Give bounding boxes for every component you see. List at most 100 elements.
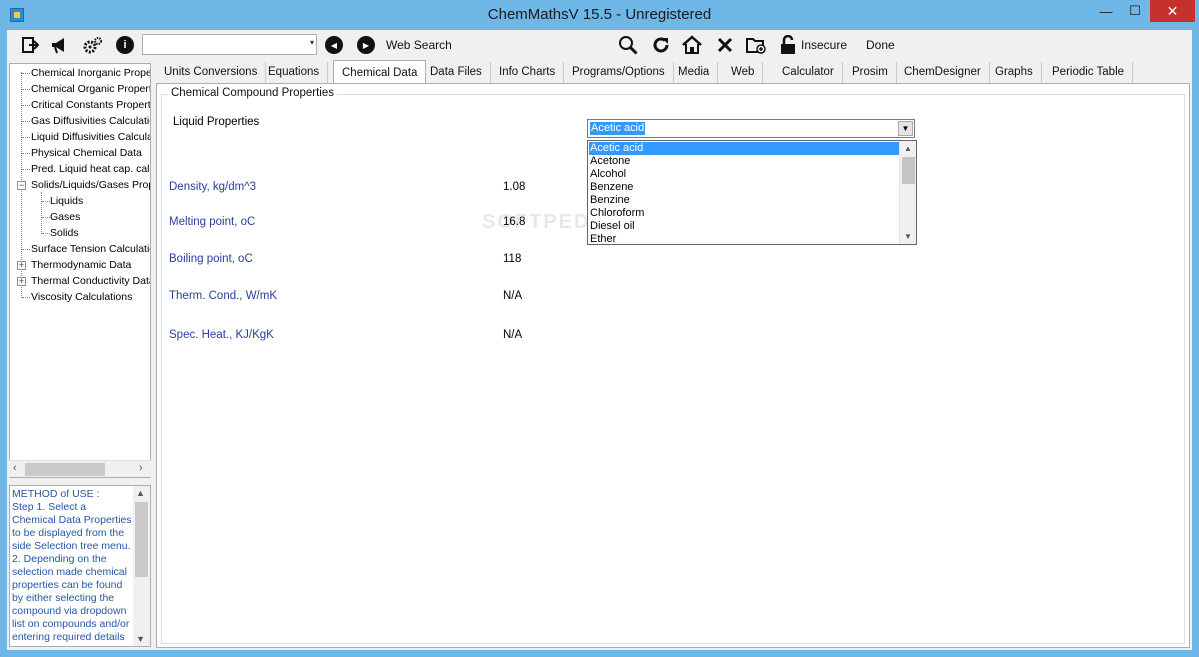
tree-branch bbox=[22, 137, 30, 138]
tab-equations[interactable]: Equations bbox=[260, 62, 329, 84]
scroll-thumb[interactable] bbox=[135, 502, 148, 577]
scroll-thumb[interactable] bbox=[902, 157, 915, 184]
toolbar: i ▾ ◀ ▶ Web Search Insecure Done bbox=[7, 30, 1192, 60]
tree-horizontal-scrollbar[interactable]: ‹ › bbox=[9, 460, 151, 477]
tree-branch bbox=[22, 249, 30, 250]
compound-option[interactable]: Benzine bbox=[589, 194, 900, 207]
minimize-button[interactable]: — bbox=[1092, 0, 1120, 22]
scroll-up-icon[interactable]: ▲ bbox=[136, 488, 145, 498]
tree-item-liquid-diffusivities[interactable]: Liquid Diffusivities Calcula bbox=[31, 129, 150, 145]
app-window: ChemMathsV 15.5 - Unregistered — ☐ ✕ i ▾ bbox=[0, 0, 1199, 657]
tab-web[interactable]: Web bbox=[723, 62, 764, 84]
scroll-down-icon[interactable]: ▼ bbox=[904, 232, 912, 241]
tab-graphs[interactable]: Graphs bbox=[987, 62, 1042, 84]
scroll-right-icon[interactable]: › bbox=[139, 462, 143, 474]
close-button[interactable]: ✕ bbox=[1150, 0, 1195, 22]
maximize-button[interactable]: ☐ bbox=[1121, 0, 1149, 22]
tree-collapse-icon[interactable]: − bbox=[17, 181, 26, 190]
help-line: side Selection tree menu. bbox=[12, 540, 131, 552]
help-line: compound via dropdown bbox=[12, 605, 127, 617]
unlock-icon[interactable] bbox=[777, 35, 799, 55]
compound-select[interactable]: Acetic acid ▼ bbox=[587, 119, 915, 138]
compound-dropdown-list[interactable]: Acetic acid Acetone Alcohol Benzene Benz… bbox=[587, 140, 917, 245]
compound-option[interactable]: Chloroform bbox=[589, 207, 900, 220]
tab-calculator[interactable]: Calculator bbox=[774, 62, 843, 84]
tab-strip: Units Conversions Equations Chemical Dat… bbox=[156, 60, 1192, 84]
help-line: Chemical Data Properties bbox=[12, 514, 132, 526]
back-arrow-icon: ◀ bbox=[325, 36, 343, 54]
gears-icon[interactable] bbox=[82, 35, 104, 55]
back-button[interactable]: ◀ bbox=[323, 35, 345, 55]
tab-units-conversions[interactable]: Units Conversions bbox=[156, 62, 267, 84]
liquid-properties-label: Liquid Properties bbox=[173, 116, 260, 128]
magnifier-icon[interactable] bbox=[617, 35, 639, 55]
folder-add-icon[interactable] bbox=[745, 35, 767, 55]
tab-periodic-table[interactable]: Periodic Table bbox=[1044, 62, 1134, 84]
megaphone-icon[interactable] bbox=[49, 35, 71, 55]
group-title: Chemical Compound Properties bbox=[168, 87, 337, 99]
melting-point-value: 16.8 bbox=[503, 216, 526, 228]
boiling-point-label: Boiling point, oC bbox=[169, 253, 253, 265]
dropdown-scrollbar[interactable]: ▲ ▼ bbox=[899, 141, 916, 244]
info-icon[interactable]: i bbox=[114, 35, 136, 55]
url-dropdown-arrow-icon[interactable]: ▾ bbox=[310, 38, 314, 47]
tree-item-pred-liquid-heat-cap[interactable]: Pred. Liquid heat cap. cal bbox=[31, 161, 150, 177]
help-line: selection made chemical bbox=[12, 566, 127, 578]
web-search-button[interactable]: Web Search bbox=[386, 38, 452, 52]
refresh-icon[interactable] bbox=[650, 35, 672, 55]
tab-programs-options[interactable]: Programs/Options bbox=[564, 62, 674, 84]
tree-item-critical-constants[interactable]: Critical Constants Propert bbox=[31, 97, 150, 113]
tree-item-surface-tension[interactable]: Surface Tension Calculatio bbox=[31, 241, 150, 257]
compound-option[interactable]: Acetone bbox=[589, 155, 900, 168]
tree-branch bbox=[42, 217, 50, 218]
tree-item-solids-liquids-gases[interactable]: Solids/Liquids/Gases Prop bbox=[31, 177, 150, 193]
tree-item-physical-chemical-data[interactable]: Physical Chemical Data bbox=[31, 145, 142, 161]
thermal-conductivity-value: N/A bbox=[503, 290, 523, 302]
boiling-point-value: 118 bbox=[503, 253, 522, 265]
scroll-up-icon[interactable]: ▲ bbox=[904, 144, 912, 153]
tree-item-solids[interactable]: Solids bbox=[50, 225, 79, 241]
help-line: METHOD of USE : bbox=[12, 488, 100, 500]
tree-expand-icon[interactable]: + bbox=[17, 261, 26, 270]
tab-prosim[interactable]: Prosim bbox=[844, 62, 897, 84]
forward-button[interactable]: ▶ bbox=[355, 35, 377, 55]
tab-chemical-data[interactable]: Chemical Data bbox=[333, 60, 427, 84]
tree-item-liquids[interactable]: Liquids bbox=[50, 193, 83, 209]
tree-connector bbox=[41, 192, 42, 234]
tree-item-thermodynamic-data[interactable]: Thermodynamic Data bbox=[31, 257, 131, 273]
tab-info-charts[interactable]: Info Charts bbox=[491, 62, 565, 84]
scroll-down-icon[interactable]: ▼ bbox=[136, 634, 145, 644]
tree-item-chemical-organic[interactable]: Chemical Organic Propert bbox=[31, 81, 150, 97]
tree-item-chemical-inorganic[interactable]: Chemical Inorganic Prope bbox=[31, 65, 150, 81]
tree-branch bbox=[22, 153, 30, 154]
scroll-left-icon[interactable]: ‹ bbox=[13, 462, 17, 474]
close-icon[interactable] bbox=[714, 35, 736, 55]
help-line: entering required details bbox=[12, 631, 125, 643]
compound-option[interactable]: Diesel oil bbox=[589, 220, 900, 233]
exit-icon[interactable] bbox=[19, 35, 41, 55]
density-label: Density, kg/dm^3 bbox=[169, 181, 256, 193]
tab-media[interactable]: Media bbox=[670, 62, 719, 84]
compound-option[interactable]: Ether bbox=[589, 233, 900, 244]
tree-expand-icon[interactable]: + bbox=[17, 277, 26, 286]
status-done-label: Done bbox=[866, 38, 895, 52]
compound-option[interactable]: Benzene bbox=[589, 181, 900, 194]
scroll-thumb[interactable] bbox=[25, 463, 105, 476]
tree-item-thermal-conductivity[interactable]: Thermal Conductivity Data bbox=[31, 273, 150, 289]
help-vertical-scrollbar[interactable]: ▲ ▼ bbox=[133, 486, 150, 646]
home-icon[interactable] bbox=[681, 35, 703, 55]
compound-option[interactable]: Alcohol bbox=[589, 168, 900, 181]
compound-option[interactable]: Acetic acid bbox=[589, 142, 900, 155]
tree-item-gases[interactable]: Gases bbox=[50, 209, 80, 225]
selection-tree[interactable]: Chemical Inorganic Prope Chemical Organi… bbox=[9, 63, 151, 478]
window-title: ChemMathsV 15.5 - Unregistered bbox=[487, 6, 712, 23]
tree-item-gas-diffusivities[interactable]: Gas Diffusivities Calculatio bbox=[31, 113, 150, 129]
tab-chemdesigner[interactable]: ChemDesigner bbox=[896, 62, 990, 84]
title-bar[interactable]: ChemMathsV 15.5 - Unregistered — ☐ ✕ bbox=[0, 0, 1199, 30]
compound-properties-group: Chemical Compound Properties Liquid Prop… bbox=[161, 87, 1185, 644]
tab-data-files[interactable]: Data Files bbox=[422, 62, 491, 84]
tree-branch bbox=[22, 105, 30, 106]
url-combo[interactable]: ▾ bbox=[142, 34, 317, 55]
tree-item-viscosity[interactable]: Viscosity Calculations bbox=[31, 289, 132, 305]
chevron-down-icon[interactable]: ▼ bbox=[898, 121, 913, 136]
